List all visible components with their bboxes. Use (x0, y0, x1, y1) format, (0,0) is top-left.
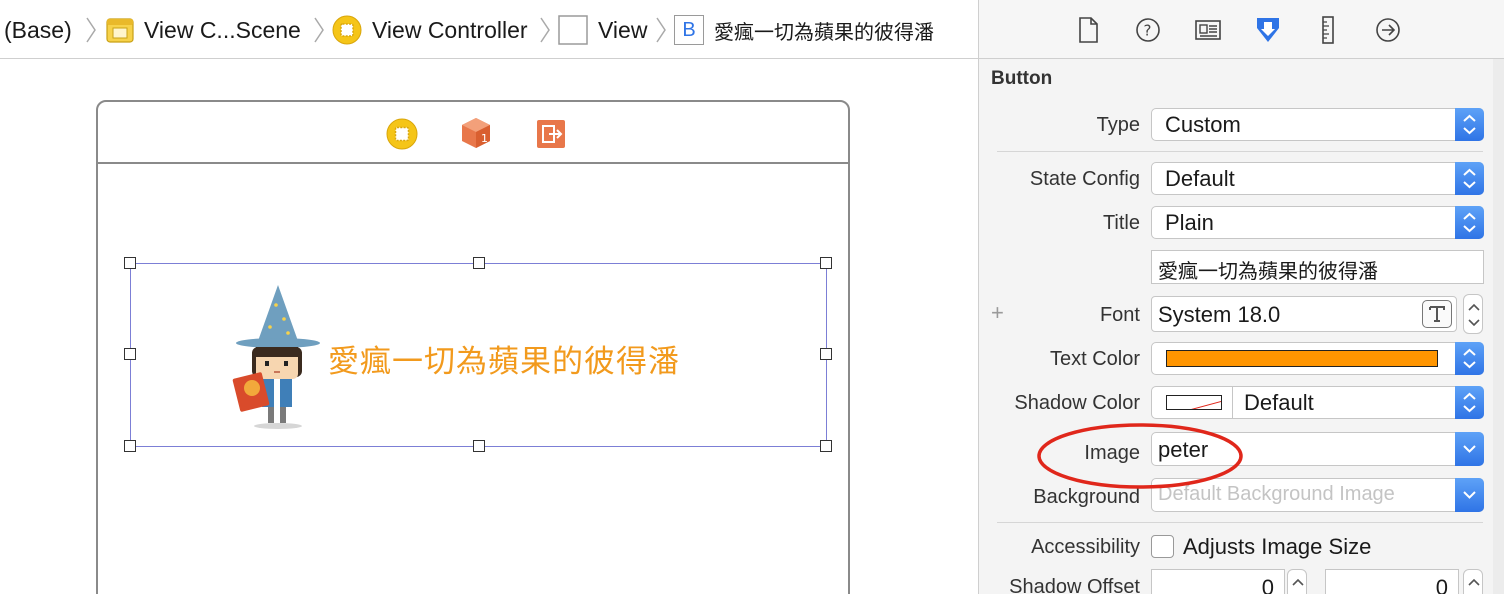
shadow-color-label: Shadow Color (1014, 392, 1140, 414)
chevron-right-icon (540, 17, 550, 43)
adjusts-image-size-label: Adjusts Image Size (1183, 534, 1372, 559)
view-controller-icon[interactable] (386, 118, 418, 150)
attributes-inspector: ? Button Type Custom State Config Defaul… (978, 0, 1504, 594)
breadcrumb-item-view[interactable]: View (558, 14, 647, 46)
font-size-stepper[interactable] (1463, 294, 1483, 334)
shadow-offset-height-field[interactable]: 0 (1325, 569, 1459, 594)
identity-inspector-icon[interactable] (1193, 14, 1223, 46)
resize-handle-left[interactable] (124, 348, 136, 360)
breadcrumb-item-scene[interactable]: View C...Scene (106, 14, 301, 46)
divider (997, 151, 1483, 152)
up-down-chevron-icon (1455, 386, 1484, 419)
chevron-right-icon (656, 17, 666, 43)
section-title: Button (991, 68, 1053, 89)
type-value: Custom (1165, 112, 1241, 137)
inspector-tab-bar: ? (979, 0, 1504, 59)
text-color-label: Text Color (1049, 348, 1140, 370)
breadcrumb-item-base[interactable]: (Base) (4, 14, 72, 46)
breadcrumb-label: (Base) (4, 16, 72, 43)
shadow-offset-height-stepper[interactable] (1463, 569, 1483, 594)
resize-handle-bottom[interactable] (473, 440, 485, 452)
jump-bar-breadcrumb: (Base) View C...Scene View Controller Vi… (0, 0, 978, 59)
text-color-swatch (1166, 350, 1438, 367)
state-config-popup[interactable]: Default (1151, 162, 1484, 195)
up-down-chevron-icon (1455, 162, 1484, 195)
resize-handle-right[interactable] (820, 348, 832, 360)
chevron-right-icon (314, 17, 324, 43)
title-label: Title (1102, 212, 1140, 234)
chevron-down-icon[interactable] (1455, 432, 1484, 466)
adjusts-image-size-checkbox[interactable] (1151, 535, 1174, 558)
up-down-chevron-icon (1455, 108, 1484, 141)
shadow-color-popup[interactable]: Default (1151, 386, 1484, 419)
first-responder-icon[interactable]: 1 (460, 116, 492, 150)
resize-handle-top-right[interactable] (820, 257, 832, 269)
breadcrumb-label: View (598, 16, 648, 43)
resize-handle-bottom-left[interactable] (124, 440, 136, 452)
view-controller-icon (332, 15, 362, 45)
type-label: Type (1096, 114, 1140, 136)
button-title-text: 愛瘋一切為蘋果的彼得潘 (328, 344, 680, 380)
up-down-chevron-icon (1455, 342, 1484, 375)
breadcrumb-item-button[interactable]: B 愛瘋一切為蘋果的彼得潘 (674, 14, 934, 46)
shadow-offset-height-value: 0 (1435, 575, 1448, 594)
resize-handle-top-left[interactable] (124, 257, 136, 269)
connections-inspector-icon[interactable] (1373, 14, 1403, 46)
breadcrumb-label: View Controller (372, 16, 528, 43)
add-variation-plus-icon[interactable]: + (991, 300, 1004, 326)
exit-icon[interactable] (536, 119, 566, 149)
state-config-label: State Config (1029, 168, 1140, 190)
storyboard-scene-icon (106, 18, 134, 43)
size-inspector-icon[interactable] (1313, 14, 1343, 46)
shadow-offset-label: Shadow Offset (1009, 576, 1140, 594)
font-value: System 18.0 (1158, 302, 1281, 327)
wizard-character-image (232, 285, 320, 429)
title-text-field[interactable]: 愛瘋一切為蘋果的彼得潘 (1151, 250, 1484, 284)
attributes-inspector-icon[interactable] (1253, 14, 1283, 46)
font-field[interactable]: System 18.0 (1151, 296, 1457, 332)
state-config-value: Default (1165, 166, 1235, 191)
svg-text:?: ? (1144, 22, 1152, 40)
shadow-offset-width-field[interactable]: 0 (1151, 569, 1285, 594)
chevron-right-icon (86, 17, 96, 43)
breadcrumb-label: 愛瘋一切為蘋果的彼得潘 (714, 19, 934, 44)
svg-text:1: 1 (481, 132, 488, 145)
storyboard-editor: (Base) View C...Scene View Controller Vi… (0, 0, 978, 594)
font-label: Font (1099, 304, 1140, 326)
view-icon (558, 15, 588, 45)
clear-color-swatch (1166, 395, 1222, 410)
divider (997, 522, 1483, 523)
accessibility-label: Accessibility (1031, 536, 1140, 558)
font-picker-icon[interactable] (1422, 300, 1452, 328)
resize-handle-top[interactable] (473, 257, 485, 269)
title-value: Plain (1165, 210, 1214, 235)
button-icon-glyph: B (682, 18, 696, 41)
shadow-offset-width-stepper[interactable] (1287, 569, 1307, 594)
up-down-chevron-icon (1455, 206, 1484, 239)
resize-handle-bottom-right[interactable] (820, 440, 832, 452)
shadow-color-value: Default (1244, 390, 1314, 415)
inspector-scrollbar[interactable] (1493, 59, 1504, 594)
breadcrumb-label: View C...Scene (144, 16, 301, 43)
breadcrumb-item-view-controller[interactable]: View Controller (332, 14, 528, 46)
button-icon: B (674, 15, 704, 45)
file-inspector-icon[interactable] (1073, 14, 1103, 46)
annotation-ellipse (1037, 423, 1243, 489)
chevron-down-icon[interactable] (1455, 478, 1484, 512)
quick-help-icon[interactable]: ? (1133, 14, 1163, 46)
title-popup[interactable]: Plain (1151, 206, 1484, 239)
scene-dock: 1 (98, 102, 848, 164)
type-popup[interactable]: Custom (1151, 108, 1484, 141)
title-text-value: 愛瘋一切為蘋果的彼得潘 (1158, 259, 1378, 283)
shadow-offset-width-value: 0 (1261, 575, 1274, 594)
divider (1232, 387, 1233, 418)
text-color-popup[interactable] (1151, 342, 1484, 375)
